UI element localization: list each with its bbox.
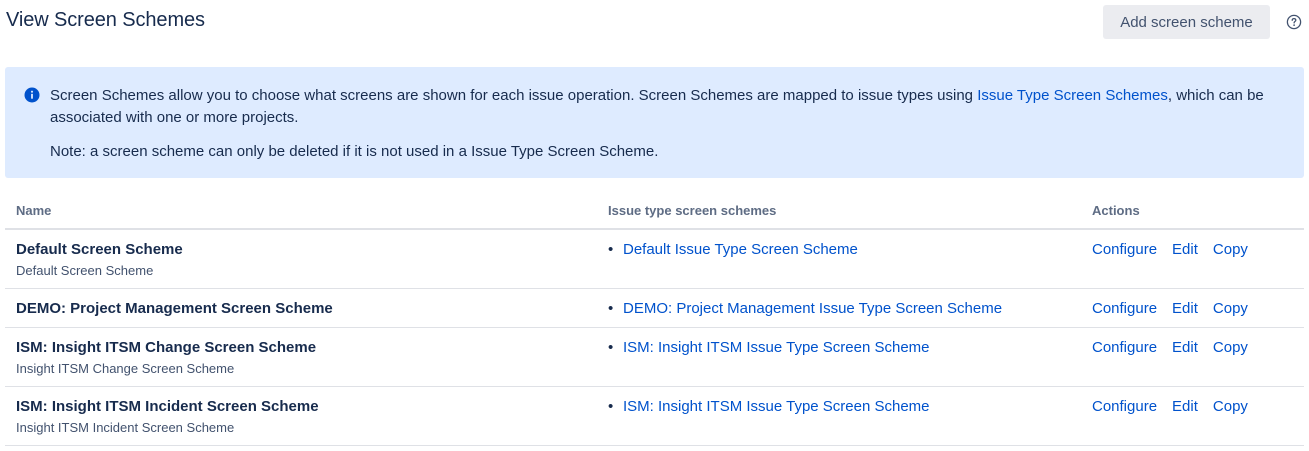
info-circle-icon [24, 87, 40, 103]
edit-link[interactable]: Edit [1172, 300, 1198, 317]
issue-type-scheme-link[interactable]: ISM: Insight ITSM Issue Type Screen Sche… [623, 339, 930, 357]
actions-cell: Configure Edit Copy [1092, 339, 1263, 357]
bullet-icon: • [608, 398, 614, 415]
issue-type-scheme-cell: • DEMO: Project Management Issue Type Sc… [608, 300, 1002, 318]
issue-type-scheme-link[interactable]: ISM: Insight ITSM Issue Type Screen Sche… [623, 398, 930, 416]
scheme-description: Default Screen Scheme [16, 263, 154, 278]
configure-link[interactable]: Configure [1092, 300, 1157, 317]
bullet-icon: • [608, 339, 614, 356]
bullet-icon: • [608, 300, 614, 317]
table-row: Default Screen Scheme Default Screen Sch… [5, 230, 1304, 289]
copy-link[interactable]: Copy [1213, 339, 1248, 356]
issue-type-scheme-cell: • ISM: Insight ITSM Issue Type Screen Sc… [608, 398, 930, 416]
issue-type-scheme-link[interactable]: Default Issue Type Screen Scheme [623, 241, 858, 259]
copy-link[interactable]: Copy [1213, 300, 1248, 317]
configure-link[interactable]: Configure [1092, 241, 1157, 258]
table-row: ISM: Insight ITSM Incident Screen Scheme… [5, 387, 1304, 446]
actions-cell: Configure Edit Copy [1092, 300, 1263, 318]
issue-type-scheme-cell: • Default Issue Type Screen Scheme [608, 241, 858, 259]
scheme-name: ISM: Insight ITSM Incident Screen Scheme [16, 398, 319, 415]
screen-schemes-table: Name Issue type screen schemes Actions D… [5, 196, 1304, 446]
page-title: View Screen Schemes [6, 9, 205, 31]
edit-link[interactable]: Edit [1172, 339, 1198, 356]
column-header-actions: Actions [1092, 203, 1140, 218]
scheme-description: Insight ITSM Incident Screen Scheme [16, 420, 235, 435]
copy-link[interactable]: Copy [1213, 398, 1248, 415]
scheme-name-cell: ISM: Insight ITSM Change Screen Scheme I… [16, 339, 316, 377]
add-screen-scheme-button[interactable]: Add screen scheme [1103, 5, 1270, 39]
column-header-issue-type-screen-schemes: Issue type screen schemes [608, 203, 777, 218]
column-header-name: Name [16, 203, 52, 218]
table-row: DEMO: Project Management Screen Scheme •… [5, 289, 1304, 328]
scheme-name-cell: DEMO: Project Management Screen Scheme [16, 300, 333, 318]
edit-link[interactable]: Edit [1172, 241, 1198, 258]
scheme-name: ISM: Insight ITSM Change Screen Scheme [16, 339, 317, 356]
edit-link[interactable]: Edit [1172, 398, 1198, 415]
issue-type-scheme-cell: • ISM: Insight ITSM Issue Type Screen Sc… [608, 339, 930, 357]
scheme-name-cell: ISM: Insight ITSM Incident Screen Scheme… [16, 398, 319, 436]
scheme-description: Insight ITSM Change Screen Scheme [16, 361, 235, 376]
info-message: Screen Schemes allow you to choose what … [50, 85, 1290, 129]
bullet-icon: • [608, 241, 614, 258]
info-text-start: Screen Schemes allow you to choose what … [50, 87, 978, 104]
scheme-name: Default Screen Scheme [16, 241, 183, 258]
actions-cell: Configure Edit Copy [1092, 398, 1263, 416]
configure-link[interactable]: Configure [1092, 339, 1157, 356]
copy-link[interactable]: Copy [1213, 241, 1248, 258]
scheme-name-cell: Default Screen Scheme Default Screen Sch… [16, 241, 183, 279]
actions-cell: Configure Edit Copy [1092, 241, 1263, 259]
table-header: Name Issue type screen schemes Actions [5, 196, 1304, 230]
info-panel: Screen Schemes allow you to choose what … [5, 67, 1304, 178]
scheme-name: DEMO: Project Management Screen Scheme [16, 300, 333, 317]
info-note: Note: a screen scheme can only be delete… [50, 143, 659, 160]
configure-link[interactable]: Configure [1092, 398, 1157, 415]
issue-type-scheme-link[interactable]: DEMO: Project Management Issue Type Scre… [623, 300, 1002, 318]
table-row: ISM: Insight ITSM Change Screen Scheme I… [5, 328, 1304, 387]
page: View Screen Schemes Add screen scheme Sc… [0, 0, 1309, 451]
issue-type-screen-schemes-link[interactable]: Issue Type Screen Schemes [977, 87, 1168, 104]
question-circle-icon[interactable] [1286, 14, 1302, 30]
